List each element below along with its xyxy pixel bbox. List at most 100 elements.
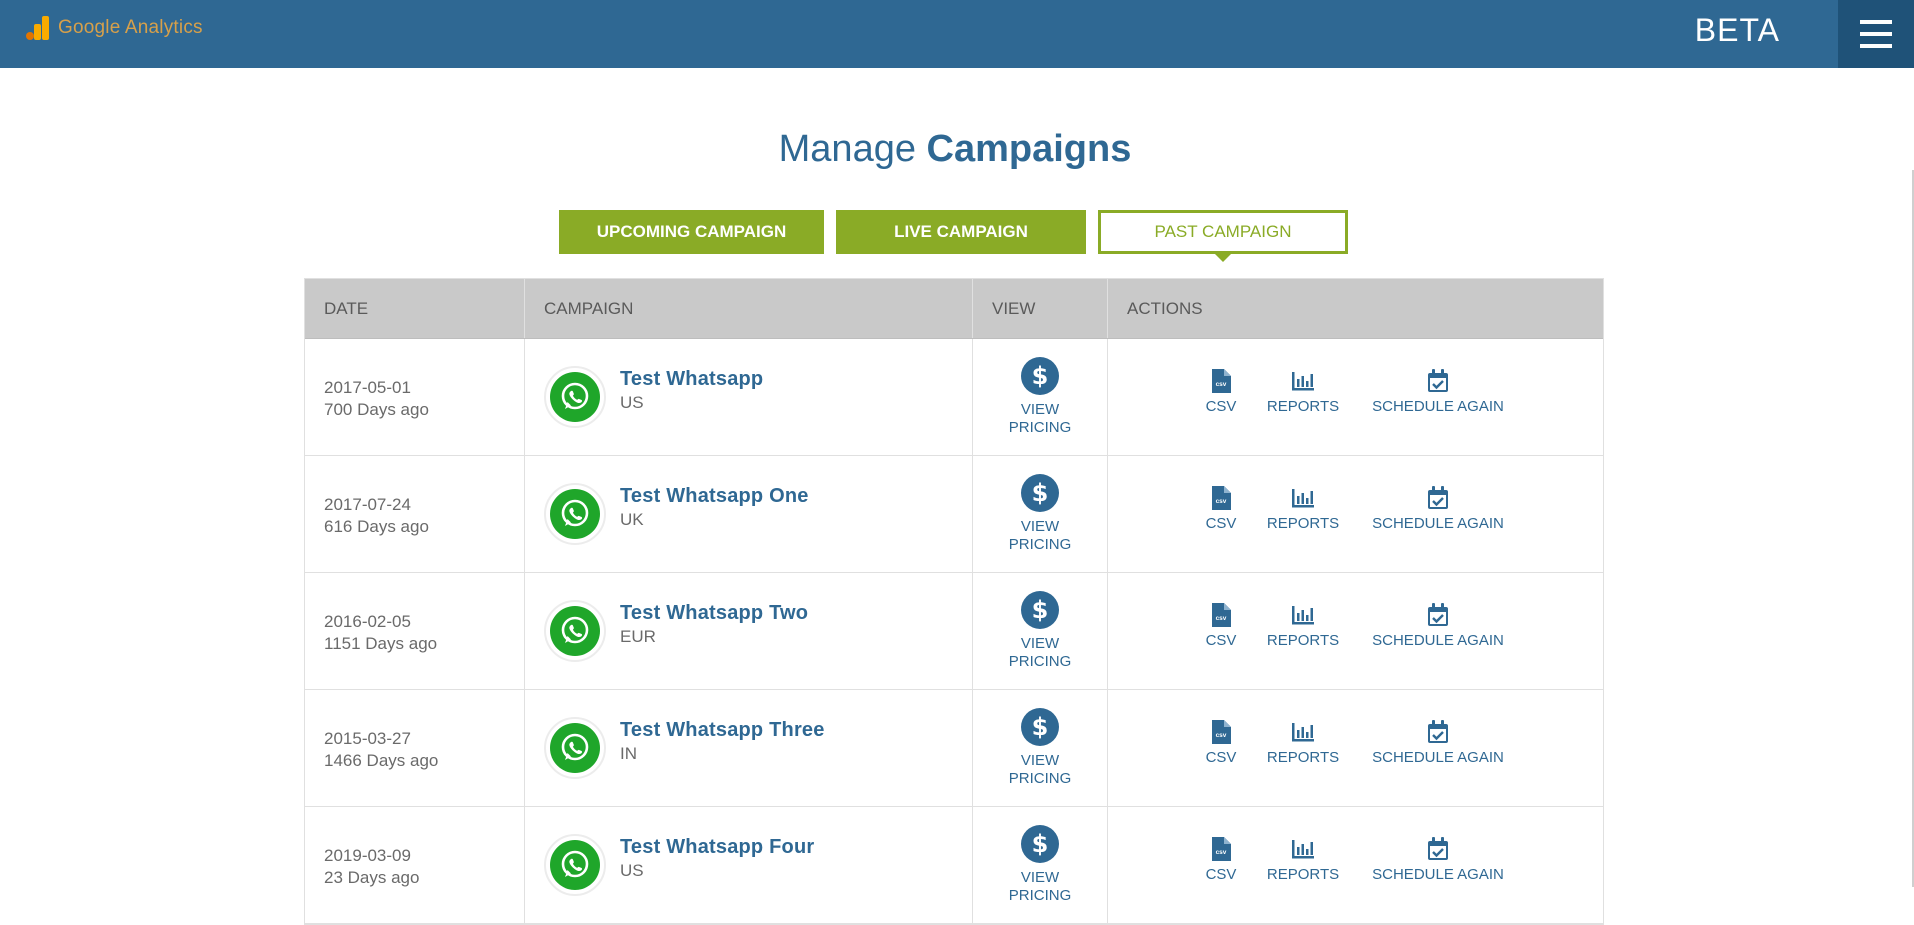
campaign-days-ago: 700 Days ago: [324, 400, 429, 419]
campaign-country: US: [620, 860, 644, 880]
dollar-icon: $: [1021, 591, 1059, 629]
svg-text:csv: csv: [1216, 381, 1227, 388]
whatsapp-avatar: [544, 483, 606, 545]
whatsapp-icon: [550, 723, 600, 773]
svg-text:csv: csv: [1216, 615, 1227, 622]
reports-button[interactable]: REPORTS: [1266, 837, 1340, 883]
csv-label: CSV: [1205, 515, 1237, 532]
campaign-date: 2015-03-27: [324, 729, 411, 748]
reports-button[interactable]: REPORTS: [1266, 603, 1340, 649]
tab-live-campaign[interactable]: LIVE CAMPAIGN: [836, 210, 1086, 254]
bar-chart-icon: [1291, 720, 1315, 744]
whatsapp-avatar: [544, 600, 606, 662]
date-cell: 2017-05-01 700 Days ago: [305, 339, 525, 455]
actions-cell: csv CSV REPORTS SCHEDULE AGAIN: [1108, 456, 1603, 572]
schedule-again-button[interactable]: SCHEDULE AGAIN: [1368, 486, 1508, 532]
csv-button[interactable]: csv CSV: [1204, 486, 1238, 532]
campaign-days-ago: 1466 Days ago: [324, 751, 439, 770]
schedule-again-button[interactable]: SCHEDULE AGAIN: [1368, 720, 1508, 766]
view-pricing-button[interactable]: $ VIEW PRICING: [973, 807, 1108, 923]
csv-label: CSV: [1205, 749, 1237, 766]
actions-cell: csv CSV REPORTS SCHEDULE AGAIN: [1108, 339, 1603, 455]
csv-button[interactable]: csv CSV: [1204, 369, 1238, 415]
schedule-again-button[interactable]: SCHEDULE AGAIN: [1368, 603, 1508, 649]
table-row: 2019-03-09 23 Days ago Test Whatsapp Fou…: [305, 807, 1603, 924]
table-body: 2017-05-01 700 Days ago Test Whatsapp US…: [305, 339, 1603, 924]
campaign-name[interactable]: Test Whatsapp Two: [620, 602, 808, 625]
reports-button[interactable]: REPORTS: [1266, 486, 1340, 532]
hamburger-icon[interactable]: [1838, 0, 1914, 68]
csv-label: CSV: [1205, 866, 1237, 883]
column-header-view: VIEW: [973, 279, 1108, 338]
view-pricing-button[interactable]: $ VIEW PRICING: [973, 339, 1108, 455]
bar-chart-icon: [1291, 603, 1315, 627]
app-name: Google Analytics: [58, 17, 203, 38]
campaign-name[interactable]: Test Whatsapp Three: [620, 719, 825, 742]
campaign-tabs: UPCOMING CAMPAIGN LIVE CAMPAIGN PAST CAM…: [559, 210, 1348, 262]
view-pricing-label: VIEW PRICING: [1008, 401, 1072, 436]
tab-past-campaign[interactable]: PAST CAMPAIGN: [1098, 210, 1348, 262]
tab-upcoming-campaign[interactable]: UPCOMING CAMPAIGN: [559, 210, 824, 254]
whatsapp-icon: [550, 372, 600, 422]
schedule-again-label: SCHEDULE AGAIN: [1372, 632, 1504, 649]
whatsapp-icon: [550, 606, 600, 656]
table-row: 2016-02-05 1151 Days ago Test Whatsapp T…: [305, 573, 1603, 690]
calendar-check-icon: [1427, 603, 1449, 627]
campaign-country: EUR: [620, 626, 656, 646]
view-pricing-label: VIEW PRICING: [1008, 518, 1072, 553]
reports-button[interactable]: REPORTS: [1266, 720, 1340, 766]
table-row: 2015-03-27 1466 Days ago Test Whatsapp T…: [305, 690, 1603, 807]
view-pricing-label: VIEW PRICING: [1008, 752, 1072, 787]
actions-cell: csv CSV REPORTS SCHEDULE AGAIN: [1108, 807, 1603, 923]
analytics-logo-icon: [26, 16, 50, 40]
app-logo[interactable]: Google Analytics: [26, 16, 203, 40]
view-pricing-label: VIEW PRICING: [1008, 869, 1072, 904]
dollar-icon: $: [1021, 825, 1059, 863]
schedule-again-label: SCHEDULE AGAIN: [1372, 398, 1504, 415]
date-cell: 2017-07-24 616 Days ago: [305, 456, 525, 572]
whatsapp-icon: [550, 489, 600, 539]
reports-label: REPORTS: [1266, 866, 1340, 883]
campaign-days-ago: 616 Days ago: [324, 517, 429, 536]
csv-file-icon: csv: [1211, 837, 1231, 861]
campaign-name[interactable]: Test Whatsapp Four: [620, 836, 814, 859]
campaign-cell: Test Whatsapp One UK: [525, 456, 973, 572]
campaign-name[interactable]: Test Whatsapp One: [620, 485, 809, 508]
view-pricing-button[interactable]: $ VIEW PRICING: [973, 456, 1108, 572]
schedule-again-button[interactable]: SCHEDULE AGAIN: [1368, 837, 1508, 883]
campaign-name[interactable]: Test Whatsapp: [620, 368, 763, 391]
dollar-icon: $: [1021, 357, 1059, 395]
calendar-check-icon: [1427, 486, 1449, 510]
schedule-again-label: SCHEDULE AGAIN: [1372, 749, 1504, 766]
campaign-cell: Test Whatsapp US: [525, 339, 973, 455]
view-pricing-button[interactable]: $ VIEW PRICING: [973, 573, 1108, 689]
date-cell: 2016-02-05 1151 Days ago: [305, 573, 525, 689]
csv-button[interactable]: csv CSV: [1204, 720, 1238, 766]
reports-label: REPORTS: [1266, 398, 1340, 415]
csv-button[interactable]: csv CSV: [1204, 837, 1238, 883]
beta-badge: BETA: [1694, 12, 1780, 48]
csv-label: CSV: [1205, 632, 1237, 649]
csv-file-icon: csv: [1211, 369, 1231, 393]
csv-file-icon: csv: [1211, 603, 1231, 627]
page-title: Manage Campaigns: [0, 128, 1910, 171]
calendar-check-icon: [1427, 720, 1449, 744]
top-bar: Google Analytics BETA: [0, 0, 1914, 68]
campaign-cell: Test Whatsapp Three IN: [525, 690, 973, 806]
whatsapp-icon: [550, 840, 600, 890]
campaigns-table: DATE CAMPAIGN VIEW ACTIONS 2017-05-01 70…: [304, 278, 1604, 925]
view-pricing-button[interactable]: $ VIEW PRICING: [973, 690, 1108, 806]
calendar-check-icon: [1427, 369, 1449, 393]
reports-button[interactable]: REPORTS: [1266, 369, 1340, 415]
schedule-again-button[interactable]: SCHEDULE AGAIN: [1368, 369, 1508, 415]
campaign-country: UK: [620, 509, 644, 529]
table-header: DATE CAMPAIGN VIEW ACTIONS: [305, 279, 1603, 339]
actions-cell: csv CSV REPORTS SCHEDULE AGAIN: [1108, 690, 1603, 806]
column-header-campaign: CAMPAIGN: [525, 279, 973, 338]
campaign-country: IN: [620, 743, 637, 763]
table-row: 2017-05-01 700 Days ago Test Whatsapp US…: [305, 339, 1603, 456]
actions-cell: csv CSV REPORTS SCHEDULE AGAIN: [1108, 573, 1603, 689]
page-title-bold: Campaigns: [926, 128, 1132, 170]
csv-button[interactable]: csv CSV: [1204, 603, 1238, 649]
campaign-date: 2017-05-01: [324, 378, 411, 397]
